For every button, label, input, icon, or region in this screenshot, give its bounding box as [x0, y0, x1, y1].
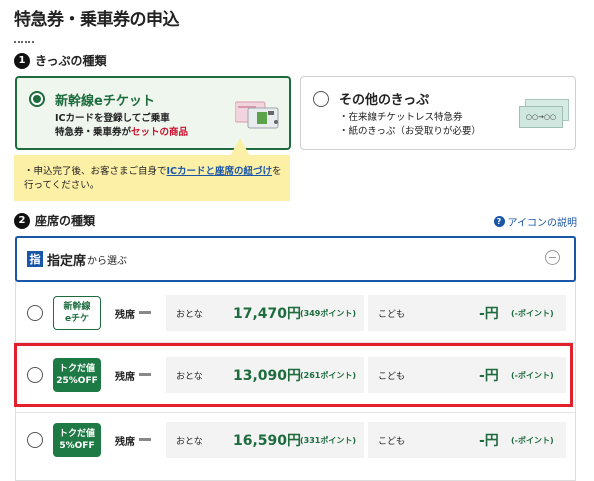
reserved-seat-suffix: から選ぶ [87, 255, 128, 267]
paper-ticket-text: ○○→○○ [519, 106, 563, 128]
paper-ticket-icon: ○○→○○ [519, 99, 569, 129]
title-decoration [14, 28, 40, 43]
adult-points: (349ポイント) [300, 309, 357, 318]
ticket-type-heading-text: きっぷの種類 [35, 54, 107, 68]
ticket-option-description: ・在来線チケットレス特急券 ・紙のきっぷ（お受取りが必要） [339, 112, 481, 137]
child-price-box: こども -円 (-ポイント) [368, 422, 566, 458]
adult-points: (331ポイント) [300, 436, 357, 445]
seat-type-heading: 2 座席の種類 [14, 212, 95, 229]
child-points: (-ポイント) [511, 309, 554, 318]
fare-radio[interactable] [27, 305, 43, 321]
step-number-badge: 2 [14, 212, 30, 229]
remaining-seats-indicator [139, 311, 151, 314]
child-label: こども [378, 310, 406, 320]
icon-help-link[interactable]: ? アイコンの説明 [493, 214, 578, 229]
ic-card-note: ・申込完了後、お客さまご自身でICカードと座席の紐づけを行ってください。 [14, 155, 290, 201]
remaining-seats-indicator [139, 438, 151, 441]
eticket-badge: 新幹線 eチケ [53, 296, 101, 330]
adult-label: おとな [176, 437, 203, 447]
adult-price-box: おとな 16,590円 (331ポイント) [166, 422, 364, 458]
ic-card-link[interactable]: ICカードと座席の紐づけ [167, 166, 273, 177]
reserved-seat-header[interactable]: 指 指定席 から選ぶ [15, 236, 576, 282]
radio-unselected[interactable] [313, 91, 329, 107]
fare-radio[interactable] [27, 432, 43, 448]
row-divider [15, 412, 576, 413]
fare-row[interactable]: トクだ値 5%OFF 残席 おとな 16,590円 (331ポイント) こども … [15, 415, 576, 465]
reserved-seat-title: 指定席 [47, 253, 87, 269]
adult-label: おとな [176, 310, 203, 320]
adult-price-box: おとな 17,470円 (349ポイント) [166, 295, 364, 331]
reserved-seat-icon: 指 [27, 251, 43, 267]
note-pointer [230, 138, 250, 156]
child-price-box: こども -円 (-ポイント) [368, 295, 566, 331]
collapse-icon[interactable] [545, 250, 560, 265]
adult-price: 17,470円 [233, 306, 302, 322]
ticket-option-description: ICカードを登録してご乗車 特急券・乗車券がセットの商品 [55, 113, 189, 138]
child-label: こども [378, 437, 406, 447]
highlight-frame [14, 343, 573, 407]
child-points: (-ポイント) [511, 436, 554, 445]
question-icon: ? [493, 216, 505, 227]
step-number-badge: 1 [14, 52, 30, 69]
seat-type-heading-text: 座席の種類 [35, 214, 96, 228]
icon-help-label: アイコンの説明 [507, 218, 578, 229]
fare-row[interactable]: 新幹線 eチケ 残席 おとな 17,470円 (349ポイント) こども -円 … [15, 288, 576, 338]
page-title: 特急券・乗車券の申込 [14, 10, 180, 30]
ticket-option-other[interactable]: その他のきっぷ ・在来線チケットレス特急券 ・紙のきっぷ（お受取りが必要） ○○… [300, 76, 576, 150]
child-price: -円 [479, 433, 499, 449]
child-price: -円 [479, 306, 499, 322]
ticket-option-title: その他のきっぷ [339, 93, 430, 108]
ticket-type-heading: 1 きっぷの種類 [14, 52, 107, 69]
remaining-seats-label: 残席 [115, 437, 135, 448]
adult-price: 16,590円 [233, 433, 302, 449]
discount-badge: トクだ値 5%OFF [53, 423, 101, 457]
ic-card-icon [235, 101, 279, 129]
remaining-seats-label: 残席 [115, 310, 135, 321]
ticket-option-title: 新幹線eチケット [55, 94, 155, 109]
radio-selected[interactable] [29, 91, 45, 107]
